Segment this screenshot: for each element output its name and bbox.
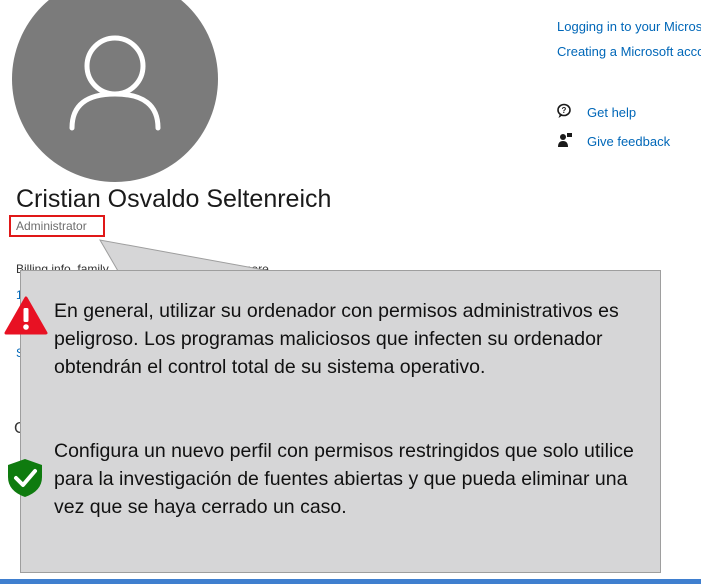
help-chat-icon: ? bbox=[557, 103, 573, 124]
feedback-icon bbox=[557, 132, 573, 153]
user-silhouette-icon bbox=[69, 35, 161, 131]
bottom-accent-line bbox=[0, 579, 701, 584]
avatar bbox=[12, 0, 218, 182]
shield-check-icon bbox=[5, 457, 45, 504]
role-label: Administrator bbox=[16, 219, 87, 233]
give-feedback-link[interactable]: Give feedback bbox=[587, 134, 670, 149]
get-help-link[interactable]: Get help bbox=[587, 105, 636, 120]
help-link-login[interactable]: Logging in to your Micros bbox=[557, 19, 701, 34]
callout-advice-text: Configura un nuevo perfil con permisos r… bbox=[54, 440, 634, 518]
warning-triangle-icon bbox=[4, 296, 48, 341]
callout-warning-text: En general, utilizar su ordenador con pe… bbox=[54, 300, 619, 378]
svg-text:?: ? bbox=[562, 106, 567, 115]
user-name: Cristian Osvaldo Seltenreich bbox=[16, 185, 332, 213]
help-link-create-account[interactable]: Creating a Microsoft acco bbox=[557, 44, 701, 59]
